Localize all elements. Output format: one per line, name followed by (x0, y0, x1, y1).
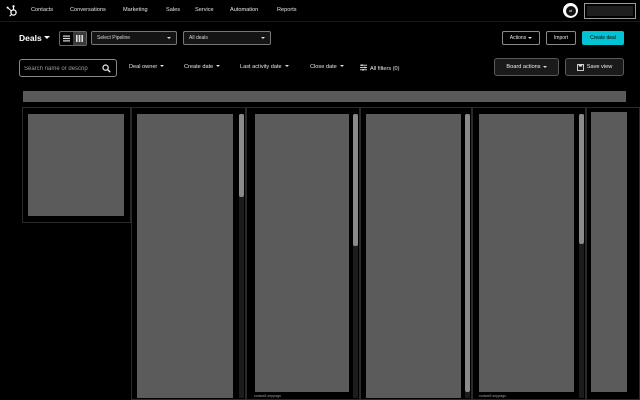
board-column: rwdwe8 seppags (472, 107, 586, 400)
column-footer-text: rwdwe8 seppags (479, 394, 506, 398)
filter-close-date-label: Close date (310, 64, 337, 70)
account-menu-inner (587, 6, 633, 16)
board-actions-label: Board actions (506, 64, 541, 70)
all-filters-label: All filters (0) (370, 66, 400, 72)
page-title[interactable]: Deals (19, 33, 42, 43)
hubspot-logo-icon[interactable] (5, 4, 19, 18)
filter-close-date[interactable]: Close date (310, 64, 344, 70)
top-navigation: Contacts Conversations Marketing Sales S… (0, 0, 640, 22)
deal-card[interactable] (591, 112, 627, 392)
chevron-down-icon (542, 66, 547, 68)
save-icon (576, 63, 584, 71)
nav-automation[interactable]: Automation (230, 7, 258, 13)
chevron-down-icon (261, 37, 265, 39)
nav-service[interactable]: Service (195, 7, 214, 13)
deals-toolbar: Deals Select Pipeline All deals Actions (0, 23, 640, 53)
deals-select-value: All deals (189, 35, 208, 41)
search-input[interactable] (24, 63, 100, 74)
deal-card[interactable] (28, 114, 124, 216)
board-column (22, 107, 131, 223)
save-view-button[interactable]: Save view (565, 58, 624, 76)
scrollbar[interactable] (579, 114, 584, 398)
nav-reports[interactable]: Reports (277, 7, 297, 13)
scrollbar-thumb[interactable] (579, 114, 584, 244)
avatar-initials: ot (565, 5, 576, 16)
pipeline-select-value: Select Pipeline (97, 35, 131, 41)
filter-deal-owner-label: Deal owner (129, 64, 158, 70)
import-button[interactable]: Import (546, 31, 576, 45)
account-menu[interactable] (584, 3, 636, 19)
import-label: Import (553, 35, 569, 41)
board-column (131, 107, 246, 400)
deals-filter-select[interactable]: All deals (183, 31, 271, 45)
nav-conversations[interactable]: Conversations (70, 7, 106, 13)
grid-icon (76, 35, 83, 42)
filter-icon (360, 64, 367, 71)
deal-card[interactable] (479, 114, 574, 392)
deal-card[interactable] (137, 114, 233, 398)
deal-card[interactable] (255, 114, 349, 392)
filter-create-date-label: Create date (184, 64, 214, 70)
filter-last-activity-label: Last activity date (240, 64, 282, 70)
create-deal-button[interactable]: Create deal (582, 31, 624, 45)
scrollbar[interactable] (239, 114, 244, 398)
chevron-down-icon[interactable] (44, 36, 50, 39)
board-column: rwdwe8 seppags (246, 107, 360, 400)
scrollbar-thumb[interactable] (239, 114, 244, 197)
actions-label: Actions (509, 35, 527, 41)
chevron-down-icon (216, 65, 221, 67)
scrollbar[interactable] (465, 114, 470, 398)
filter-create-date[interactable]: Create date (184, 64, 221, 70)
board-column (586, 107, 640, 400)
chevron-down-icon (528, 37, 533, 39)
list-icon (63, 35, 70, 42)
board-actions-button[interactable]: Board actions (494, 58, 559, 76)
filter-deal-owner[interactable]: Deal owner (129, 64, 165, 70)
view-toggle (59, 31, 87, 46)
chevron-down-icon (160, 65, 165, 67)
column-footer-text: rwdwe8 seppags (254, 394, 281, 398)
filter-last-activity-date[interactable]: Last activity date (240, 64, 289, 70)
nav-contacts[interactable]: Contacts (31, 7, 53, 13)
save-view-label: Save view (586, 64, 613, 70)
board-view-button[interactable] (73, 32, 86, 45)
all-filters-button[interactable]: All filters (0) (360, 64, 400, 72)
search-box (19, 59, 117, 77)
nav-sales[interactable]: Sales (166, 7, 180, 13)
pipeline-select[interactable]: Select Pipeline (91, 31, 177, 45)
search-icon[interactable] (102, 64, 111, 73)
create-deal-label: Create deal (590, 35, 616, 41)
deal-card[interactable] (366, 114, 461, 398)
actions-button[interactable]: Actions (502, 31, 540, 45)
scrollbar[interactable] (353, 114, 358, 398)
user-avatar[interactable]: ot (563, 3, 578, 18)
list-view-button[interactable] (60, 32, 73, 45)
chevron-down-icon (284, 65, 289, 67)
board-column (360, 107, 472, 400)
nav-marketing[interactable]: Marketing (123, 7, 148, 13)
scrollbar-thumb[interactable] (353, 114, 358, 246)
scrollbar-thumb[interactable] (465, 114, 470, 392)
chevron-down-icon (167, 37, 171, 39)
board-header-bar (23, 91, 626, 102)
chevron-down-icon (339, 65, 344, 67)
